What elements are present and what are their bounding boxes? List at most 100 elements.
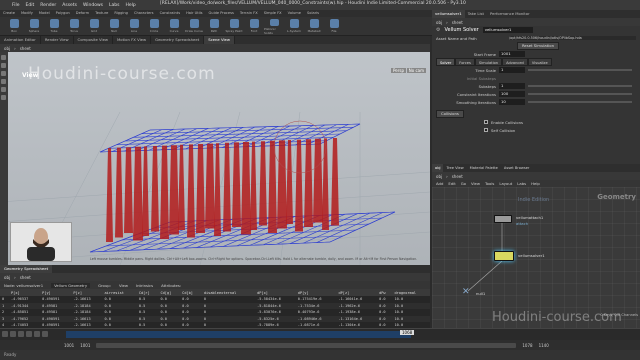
path-sheet[interactable]: sheet xyxy=(452,20,463,25)
network-canvas[interactable]: Indie Edition Geometry vellumattach1 att… xyxy=(432,187,640,328)
shelf-tab[interactable]: Solaris xyxy=(304,10,322,17)
scale-tool-icon[interactable] xyxy=(1,79,6,84)
menu-edit[interactable]: Edit xyxy=(26,3,35,8)
persp-menu[interactable]: Persp xyxy=(391,68,406,73)
shelf-tab[interactable]: Model xyxy=(36,10,53,17)
net-menu-go[interactable]: Go xyxy=(461,181,466,186)
tab-performance-monitor[interactable]: Performance Monitor xyxy=(487,10,533,18)
tab-animation-editor[interactable]: Animation Editor xyxy=(0,36,41,44)
column-header[interactable]: airresist xyxy=(102,289,137,296)
shelf-tool[interactable]: Spray Paint xyxy=(224,19,244,35)
path-obj[interactable]: obj xyxy=(4,275,10,280)
shelf-tab[interactable]: Simple FX xyxy=(261,10,285,17)
shelf-tool[interactable]: Box xyxy=(4,19,24,35)
camera-menu[interactable]: No cam xyxy=(406,68,426,73)
subtab-forces[interactable]: Forces xyxy=(455,58,475,66)
net-menu-add[interactable]: Add xyxy=(436,181,443,186)
tab-motion-fx-view[interactable]: Motion FX View xyxy=(113,36,152,44)
shelf-tool[interactable]: File xyxy=(324,19,344,35)
constraint-iterations-field[interactable]: 100 xyxy=(499,91,525,97)
tab-tree-view[interactable]: Tree View xyxy=(443,164,466,172)
path-obj[interactable]: obj xyxy=(4,46,10,51)
net-menu-tools[interactable]: Tools xyxy=(485,181,494,186)
shelf-tool[interactable]: Path xyxy=(204,19,224,35)
step-forward-icon[interactable] xyxy=(34,331,40,337)
column-header[interactable]: dP[x] xyxy=(255,289,296,296)
net-menu-help[interactable]: Help xyxy=(531,181,540,186)
self-collision-checkbox[interactable] xyxy=(484,128,488,132)
path-obj[interactable]: obj xyxy=(436,20,442,25)
menu-assets[interactable]: Assets xyxy=(62,3,77,8)
shelf-tool[interactable]: Grid xyxy=(84,19,104,35)
shelf-tool[interactable]: Draw Curve xyxy=(184,19,204,35)
substeps-field[interactable]: 1 xyxy=(499,83,525,89)
start-frame-field[interactable]: 1001 xyxy=(499,51,525,57)
tab-composite-view[interactable]: Composite View xyxy=(74,36,114,44)
smoothing-iterations-field[interactable]: 10 xyxy=(499,99,525,105)
column-header[interactable]: dragnormal xyxy=(392,289,430,296)
menu-labs[interactable]: Labs xyxy=(109,3,119,8)
shelf-tool[interactable]: Curve xyxy=(164,19,184,35)
select-tool-icon[interactable] xyxy=(1,55,6,60)
shelf-tool[interactable]: Tube xyxy=(44,19,64,35)
subtab-advanced[interactable]: Advanced xyxy=(502,58,528,66)
shelf-tab[interactable]: Volume xyxy=(285,10,304,17)
tab-asset-browser[interactable]: Asset Browser xyxy=(501,164,533,172)
column-header[interactable]: P[z] xyxy=(71,289,103,296)
shelf-tool[interactable]: Metaball xyxy=(304,19,324,35)
smoothing-iterations-slider[interactable] xyxy=(528,101,632,103)
collisions-section-button[interactable]: Collisions xyxy=(436,110,464,118)
substeps-slider[interactable] xyxy=(528,85,632,87)
node-vellumsolver1[interactable] xyxy=(494,251,514,261)
shelf-tab[interactable]: Terrain FX xyxy=(237,10,261,17)
jump-start-icon[interactable] xyxy=(2,331,8,337)
geometry-select[interactable]: Vellum Geometry xyxy=(51,282,91,288)
column-header[interactable]: P[y] xyxy=(40,289,72,296)
path-sheet[interactable]: sheet xyxy=(20,275,31,280)
range-end-b[interactable]: 1140 xyxy=(539,343,549,348)
path-sheet[interactable]: sheet xyxy=(20,46,31,51)
column-header[interactable]: disableexternal xyxy=(201,289,256,296)
view-tool-icon[interactable] xyxy=(1,95,6,100)
shelf-tab[interactable]: Texture xyxy=(92,10,111,17)
tab-scene-view[interactable]: Scene View xyxy=(204,36,235,44)
subtab-solver[interactable]: Solver xyxy=(436,58,456,66)
time-scale-slider[interactable] xyxy=(528,69,632,71)
menu-help[interactable]: Help xyxy=(126,3,136,8)
shelf-tool[interactable]: Torus xyxy=(64,19,84,35)
tab-material-palette[interactable]: Material Palette xyxy=(467,164,501,172)
menu-render[interactable]: Render xyxy=(40,3,56,8)
column-header[interactable]: Cd[r] xyxy=(136,289,159,296)
enable-collisions-checkbox[interactable] xyxy=(484,120,488,124)
play-icon[interactable] xyxy=(26,331,32,337)
range-start-b[interactable]: 1001 xyxy=(80,343,90,348)
shelf-tab[interactable]: Create xyxy=(0,10,18,17)
shelf-tab[interactable]: Constraints xyxy=(157,10,184,17)
node-vellumattach1[interactable] xyxy=(494,215,512,223)
column-header[interactable] xyxy=(0,289,10,296)
column-header[interactable]: Cd[g] xyxy=(158,289,181,296)
column-header[interactable]: P[x] xyxy=(9,289,41,296)
timeline-ruler[interactable] xyxy=(66,331,411,338)
path-obj[interactable]: obj xyxy=(436,174,442,179)
tab-geometry-spreadsheet[interactable]: Geometry Spreadsheet xyxy=(151,36,205,44)
shelf-tool[interactable]: Line xyxy=(124,19,144,35)
tab-obj[interactable]: obj xyxy=(432,164,444,172)
shelf-tool[interactable]: Font xyxy=(244,19,264,35)
tab-geometry-spreadsheet-bottom[interactable]: Geometry Spreadsheet xyxy=(0,265,53,273)
path-sheet[interactable]: sheet xyxy=(452,174,463,179)
intrinsics-toggle[interactable]: Intrinsics xyxy=(136,283,153,288)
jump-end-icon[interactable] xyxy=(42,331,48,337)
subtab-visualize[interactable]: Visualize xyxy=(527,58,552,66)
rotate-tool-icon[interactable] xyxy=(1,71,6,76)
scene-viewport[interactable]: View Houdini-course.com Persp No cam Lef… xyxy=(0,52,430,265)
menu-file[interactable]: File xyxy=(12,3,20,8)
tab-vellumsolver1[interactable]: vellumsolver1 xyxy=(432,10,465,18)
x-node-icon[interactable]: ✕ xyxy=(462,288,470,297)
gear-icon[interactable]: ⚙ xyxy=(436,27,440,33)
step-back-icon[interactable] xyxy=(10,331,16,337)
time-scale-field[interactable]: 1 xyxy=(499,67,525,73)
current-frame-field[interactable]: 1068 xyxy=(400,330,415,335)
column-header[interactable]: dP[y] xyxy=(295,289,337,296)
reset-simulation-button[interactable]: Reset Simulation xyxy=(516,42,560,50)
